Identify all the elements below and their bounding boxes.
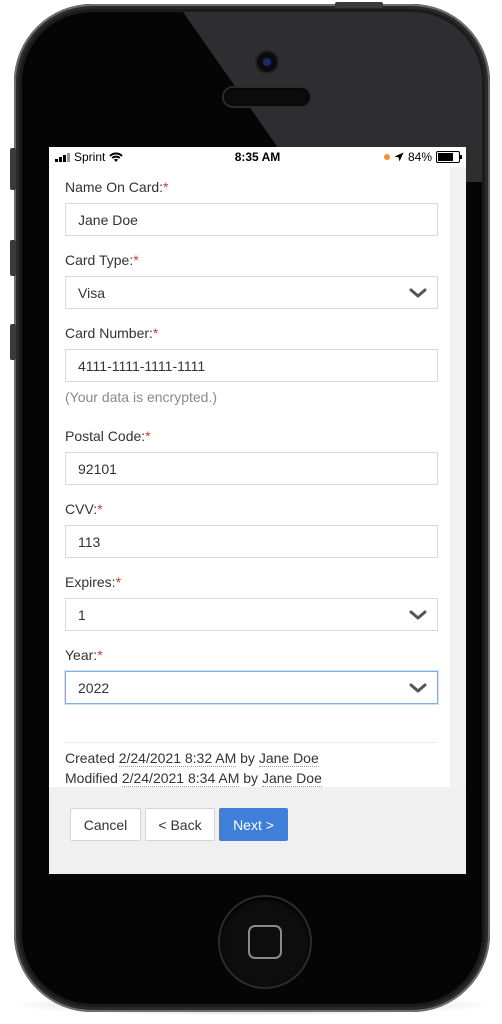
name-on-card-label-text: Name On Card: xyxy=(65,179,164,195)
name-on-card-label: Name On Card:* xyxy=(65,179,169,195)
form-footer: Cancel < Back Next > xyxy=(49,787,466,874)
required-marker: * xyxy=(145,428,151,444)
back-button[interactable]: < Back xyxy=(145,808,215,841)
created-info: Created 2/24/2021 8:32 AM by Jane Doe xyxy=(65,750,319,767)
card-type-value: Visa xyxy=(78,284,105,301)
required-marker: * xyxy=(115,574,122,590)
cvv-label-text: CVV: xyxy=(65,501,98,517)
next-button[interactable]: Next > xyxy=(219,808,288,841)
expires-label-text: Expires: xyxy=(65,574,116,590)
modified-by-word: by xyxy=(243,770,259,786)
required-marker: * xyxy=(163,179,169,195)
year-select[interactable]: 2022 xyxy=(65,671,438,704)
postal-code-label-text: Postal Code: xyxy=(65,428,146,444)
home-button[interactable] xyxy=(220,897,310,987)
created-by-user: Jane Doe xyxy=(258,750,319,767)
postal-code-input[interactable]: 92101 xyxy=(65,452,438,485)
modified-prefix: Modified xyxy=(65,770,118,786)
required-marker: * xyxy=(97,501,103,517)
card-number-label-text: Card Number: xyxy=(65,325,153,341)
expires-month-value: 1 xyxy=(78,606,86,623)
volume-up-button xyxy=(10,240,16,276)
card-number-label: Card Number:* xyxy=(65,325,158,341)
chevron-down-icon xyxy=(409,683,427,693)
created-prefix: Created xyxy=(65,750,115,766)
status-right: 84% xyxy=(383,150,462,164)
scroll-gutter xyxy=(450,167,466,787)
created-date: 2/24/2021 8:32 AM xyxy=(118,750,237,767)
postal-code-label: Postal Code:* xyxy=(65,428,151,444)
location-arrow-icon xyxy=(394,152,404,162)
postal-code-value: 92101 xyxy=(78,460,117,477)
cvv-value: 113 xyxy=(78,533,101,550)
modified-date: 2/24/2021 8:34 AM xyxy=(121,770,240,787)
expires-label: Expires:* xyxy=(65,574,121,590)
card-type-select[interactable]: Visa xyxy=(65,276,438,309)
modified-info: Modified 2/24/2021 8:34 AM by Jane Doe xyxy=(65,770,322,787)
divider xyxy=(65,742,438,743)
battery-fill xyxy=(438,153,454,161)
front-camera xyxy=(257,52,277,72)
card-number-input[interactable]: 4111-1111-1111-1111 xyxy=(65,349,438,382)
power-button xyxy=(335,2,383,8)
year-value: 2022 xyxy=(78,679,110,696)
required-marker: * xyxy=(97,647,103,663)
created-by-word: by xyxy=(240,750,255,766)
cvv-input[interactable]: 113 xyxy=(65,525,438,558)
battery-percentage: 84% xyxy=(407,150,432,164)
name-on-card-value: Jane Doe xyxy=(78,211,138,228)
card-type-label-text: Card Type: xyxy=(65,252,134,268)
modified-by-user: Jane Doe xyxy=(261,770,322,787)
cancel-button[interactable]: Cancel xyxy=(70,808,141,841)
earpiece-speaker xyxy=(224,88,310,106)
volume-down-button xyxy=(10,324,16,360)
cvv-label: CVV:* xyxy=(65,501,103,517)
phone-screen: Sprint 8:35 AM 84% Name On Card:* Jane D… xyxy=(49,147,466,874)
year-label: Year:* xyxy=(65,647,103,663)
mute-switch xyxy=(10,148,16,190)
year-label-text: Year: xyxy=(65,647,98,663)
card-number-value: 4111-1111-1111-1111 xyxy=(78,357,206,374)
required-marker: * xyxy=(152,325,159,341)
name-on-card-input[interactable]: Jane Doe xyxy=(65,203,438,236)
status-bar: Sprint 8:35 AM 84% xyxy=(49,147,466,167)
expires-month-select[interactable]: 1 xyxy=(65,598,438,631)
chevron-down-icon xyxy=(409,288,427,298)
chevron-down-icon xyxy=(409,610,427,620)
battery-icon xyxy=(436,151,462,163)
card-type-label: Card Type:* xyxy=(65,252,139,268)
encryption-hint: (Your data is encrypted.) xyxy=(65,389,218,405)
home-square-icon xyxy=(248,925,282,959)
required-marker: * xyxy=(133,252,139,268)
payment-form: Name On Card:* Jane Doe Card Type:* Visa… xyxy=(49,167,450,787)
microphone-indicator-dot xyxy=(383,154,390,160)
